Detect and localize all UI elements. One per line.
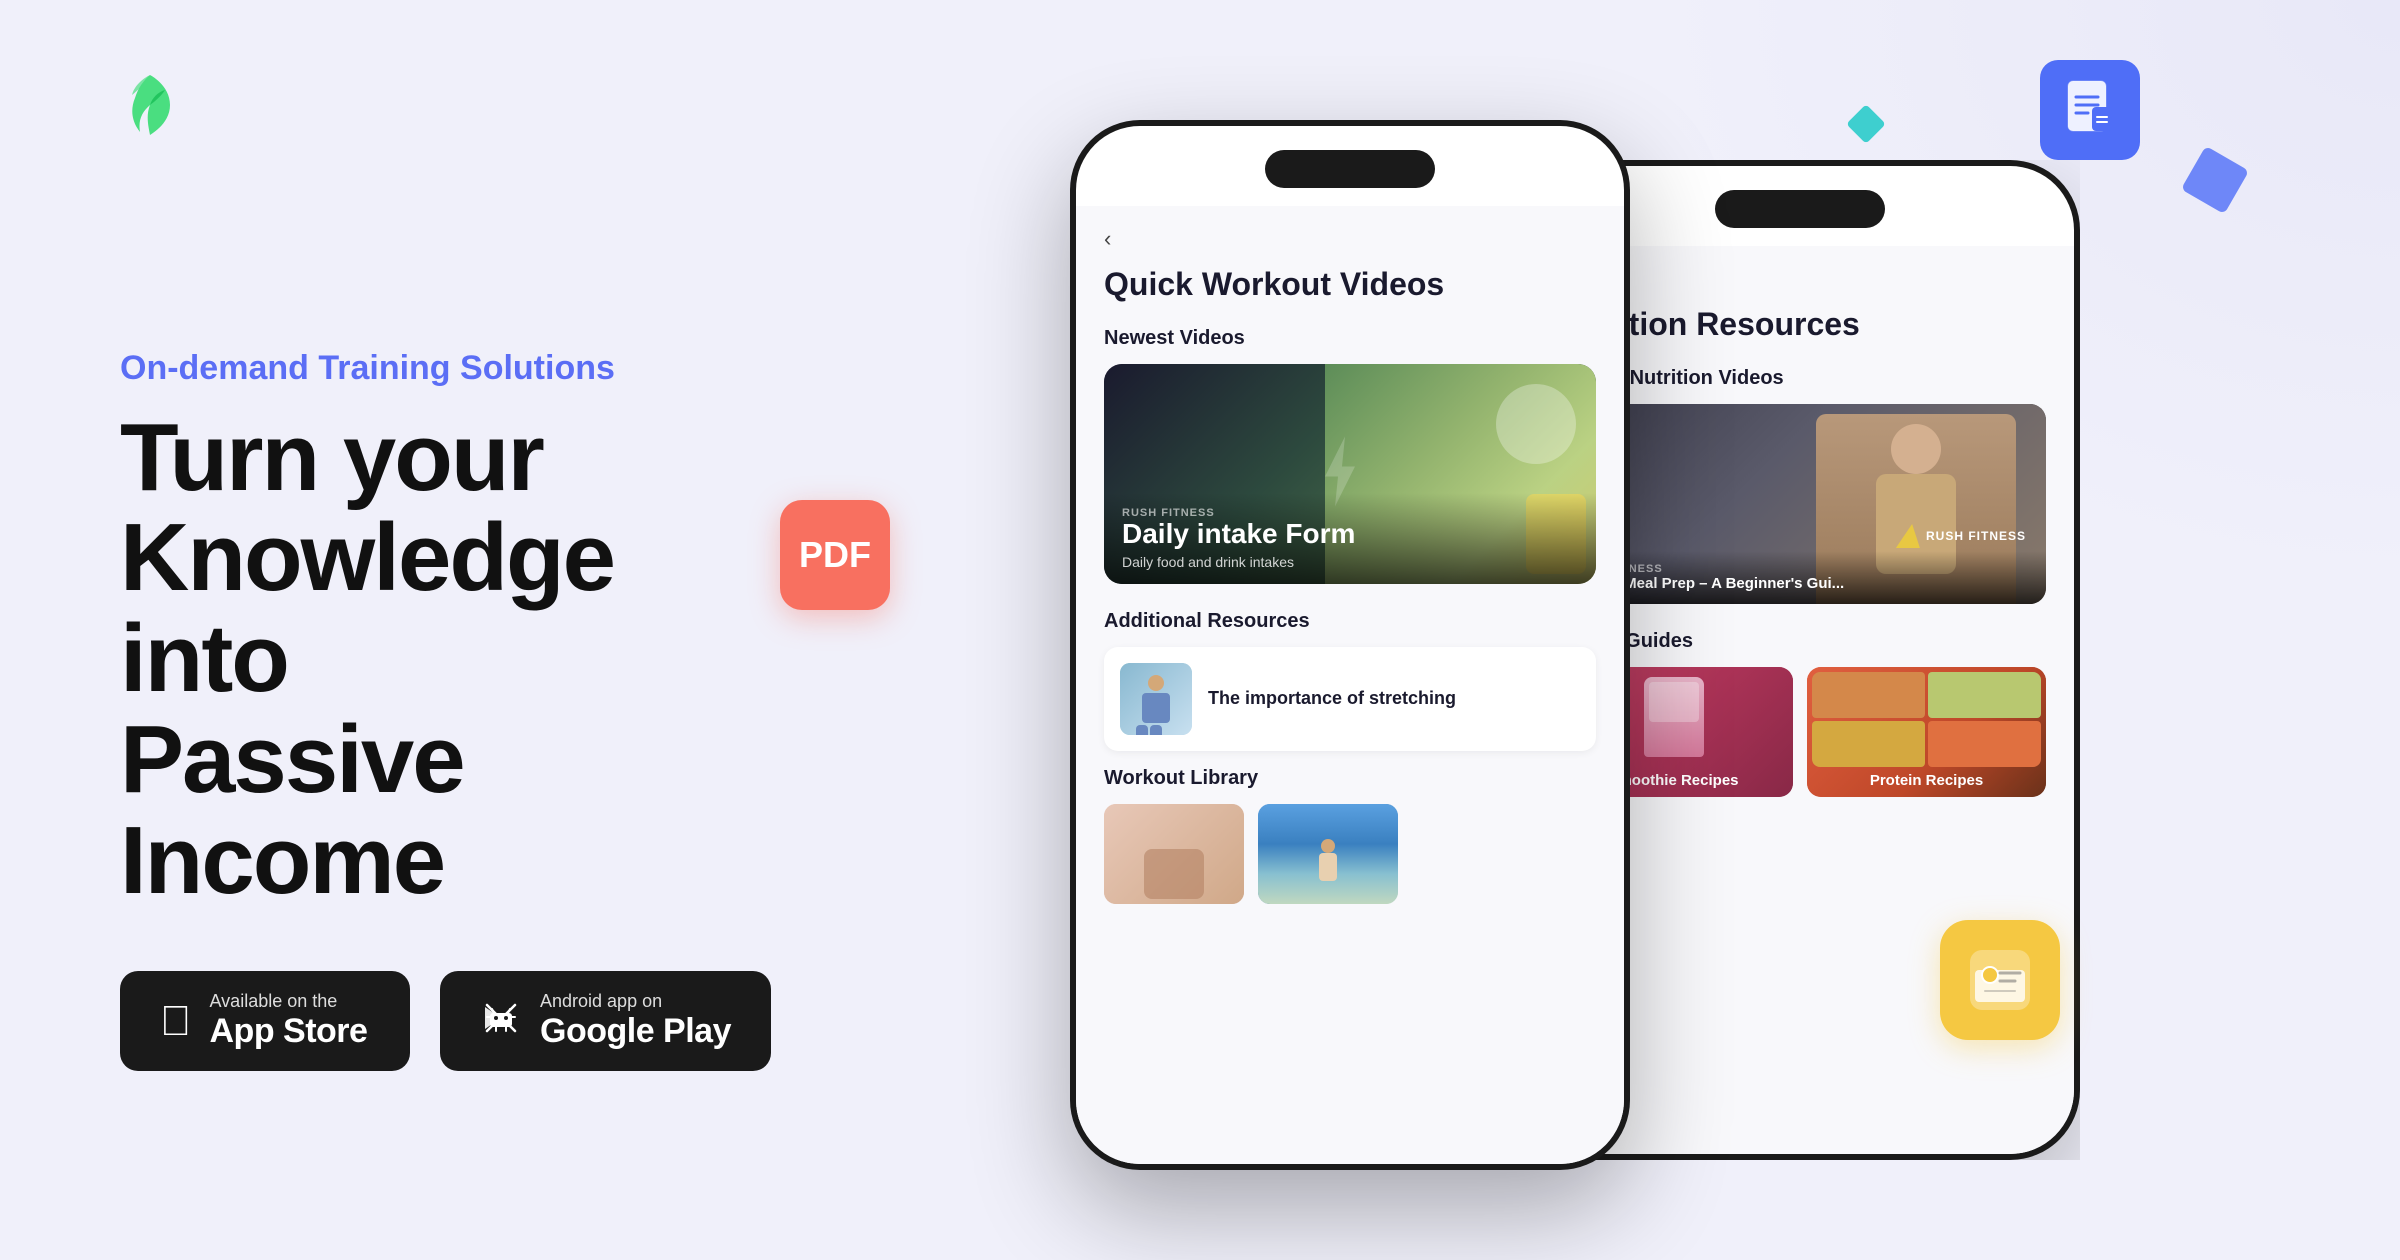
appstore-main-text: App Store <box>210 1012 368 1051</box>
phone-main: ‹ Quick Workout Videos Newest Videos <box>1070 120 1630 1170</box>
phones-area: ‹ Nutrition Resources Newest Nutrition V… <box>870 0 2400 1260</box>
googleplay-main-text: Google Play <box>540 1012 731 1051</box>
nutrition-video-title: How to Meal Prep – A Beginner's Gui... <box>1570 575 2030 592</box>
resource-info: The importance of stretching <box>1208 687 1580 710</box>
tagline-text: On-demand Training Solutions <box>120 349 790 388</box>
googleplay-button[interactable]: Android app on Google Play <box>440 971 771 1071</box>
workout-library-label: Workout Library <box>1104 767 1596 790</box>
video-subtitle: Daily food and drink intakes <box>1122 554 1578 570</box>
workout-thumb-2[interactable] <box>1258 804 1398 904</box>
floating-app-icon <box>1940 920 2060 1040</box>
video-card-text-area: RUSH FITNESS Daily intake Form Daily foo… <box>1104 493 1596 584</box>
android-icon <box>480 997 522 1046</box>
left-content-area: On-demand Training Solutions Turn your K… <box>0 0 870 1260</box>
phone-back-button[interactable]: ‹ <box>1104 226 1596 252</box>
store-buttons-row:  Available on the App Store <box>120 971 790 1071</box>
workout-row <box>1104 804 1596 904</box>
phone-secondary-notch <box>1715 190 1885 228</box>
resource-thumbnail <box>1120 663 1192 735</box>
video-main-title: Daily intake Form <box>1122 519 1578 550</box>
nutrition-brand: RUSH FITNESS <box>1570 563 2030 575</box>
headline-text: Turn your Knowledge into Passive Income <box>120 408 790 912</box>
recipe-card-protein: Protein Recipes <box>1807 667 2046 797</box>
additional-resources-label: Additional Resources <box>1104 610 1596 633</box>
resource-title: The importance of stretching <box>1208 687 1580 710</box>
pdf-badge: PDF <box>780 500 890 610</box>
phone-main-screen: ‹ Quick Workout Videos Newest Videos <box>1076 206 1624 1164</box>
phone-screen-title: Quick Workout Videos <box>1104 266 1596 303</box>
resource-card-stretching[interactable]: The importance of stretching <box>1104 647 1596 751</box>
phone-notch <box>1265 150 1435 188</box>
main-video-card[interactable]: RUSH FITNESS Daily intake Form Daily foo… <box>1104 364 1596 584</box>
appstore-button[interactable]:  Available on the App Store <box>120 971 410 1071</box>
appstore-top-text: Available on the <box>210 991 368 1012</box>
newest-videos-label: Newest Videos <box>1104 327 1596 350</box>
phone-main-inner: ‹ Quick Workout Videos Newest Videos <box>1076 126 1624 1164</box>
workout-thumb-1[interactable] <box>1104 804 1244 904</box>
apple-icon:  <box>160 1000 192 1042</box>
protein-label: Protein Recipes <box>1815 772 2038 789</box>
googleplay-top-text: Android app on <box>540 991 731 1012</box>
